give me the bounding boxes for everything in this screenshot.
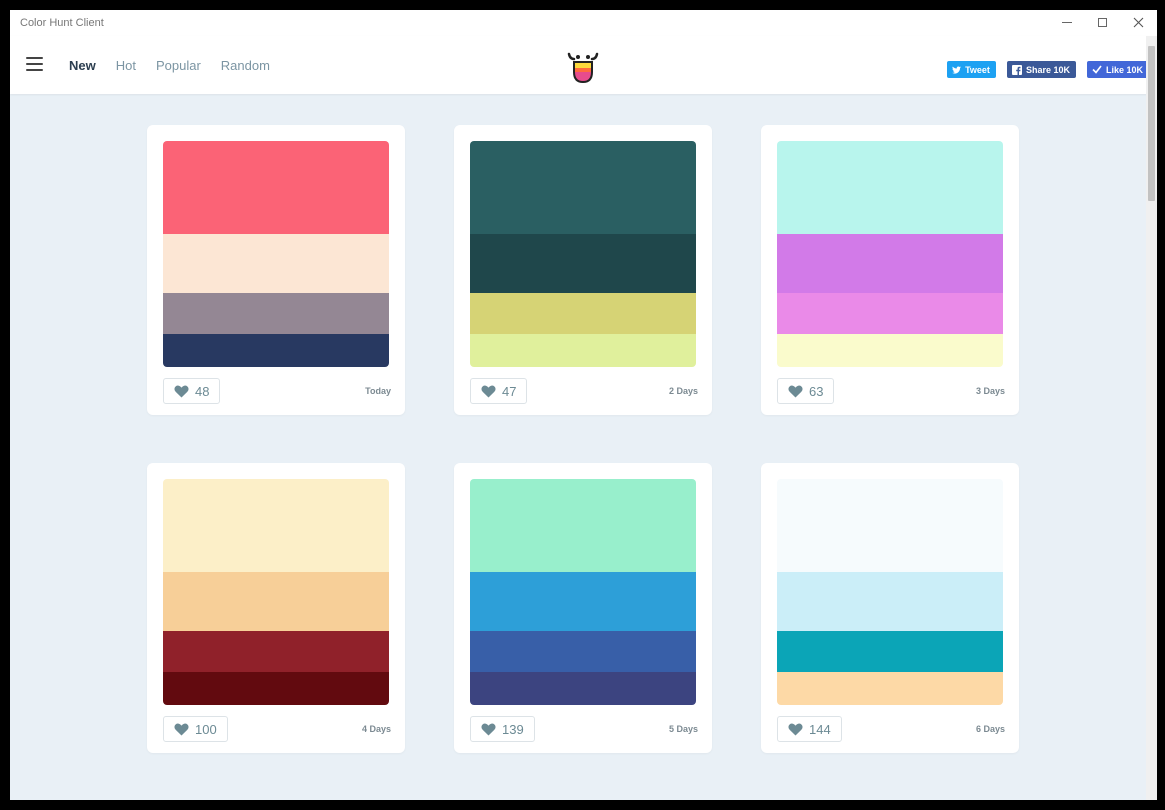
palette-date: 2 Days — [668, 386, 698, 396]
color-swatch[interactable] — [163, 572, 389, 631]
color-swatch[interactable] — [470, 672, 696, 705]
tweet-button[interactable]: Tweet — [947, 61, 996, 78]
like-count: 48 — [195, 383, 210, 399]
nav-popular[interactable]: Popular — [156, 58, 201, 73]
color-palette[interactable] — [470, 141, 696, 367]
check-icon — [1092, 65, 1102, 74]
color-swatch[interactable] — [777, 479, 1003, 572]
facebook-icon — [1011, 64, 1022, 75]
heart-icon — [788, 384, 803, 398]
color-swatch[interactable] — [163, 672, 389, 705]
like-count: 100 — [195, 721, 217, 737]
maximize-icon — [1098, 18, 1107, 27]
scrollbar-thumb[interactable] — [1148, 46, 1155, 201]
minimize-button[interactable] — [1049, 10, 1085, 36]
title-bar: Color Hunt Client — [10, 10, 1157, 36]
window-title: Color Hunt Client — [20, 17, 104, 29]
like-count-button[interactable]: 48 — [163, 378, 221, 404]
color-swatch[interactable] — [777, 293, 1003, 334]
palette-date: 3 Days — [975, 386, 1005, 396]
heart-icon — [174, 722, 189, 736]
minimize-icon — [1062, 22, 1072, 23]
color-swatch[interactable] — [163, 293, 389, 334]
heart-icon — [174, 384, 189, 398]
heart-icon — [481, 384, 496, 398]
color-palette[interactable] — [777, 479, 1003, 705]
color-swatch[interactable] — [163, 631, 389, 672]
color-swatch[interactable] — [777, 334, 1003, 367]
color-swatch[interactable] — [470, 141, 696, 234]
color-palette[interactable] — [777, 141, 1003, 367]
like-count: 63 — [809, 383, 824, 399]
color-palette[interactable] — [163, 479, 389, 705]
like-count: 47 — [502, 383, 517, 399]
close-button[interactable] — [1121, 10, 1157, 36]
like-count-button[interactable]: 47 — [470, 378, 528, 404]
palette-date: 4 Days — [361, 724, 391, 734]
palette-card[interactable]: 139 5 Days — [454, 463, 712, 753]
nav-random[interactable]: Random — [221, 58, 270, 73]
color-swatch[interactable] — [777, 572, 1003, 631]
like-count-button[interactable]: 144 — [777, 716, 842, 742]
share-label: Share 10K — [1025, 64, 1070, 75]
color-swatch[interactable] — [470, 293, 696, 334]
palette-card[interactable]: 48 Today — [147, 125, 405, 415]
color-palette[interactable] — [163, 141, 389, 367]
like-label: Like 10K — [1105, 64, 1143, 75]
nav-new[interactable]: New — [69, 58, 96, 73]
color-swatch[interactable] — [777, 631, 1003, 672]
like-count: 144 — [809, 721, 831, 737]
app-window: Color Hunt Client New Hot Popular Random — [10, 10, 1157, 800]
palette-card[interactable]: 100 4 Days — [147, 463, 405, 753]
color-hunt-logo[interactable] — [565, 50, 601, 86]
nav-links: New Hot Popular Random — [69, 36, 290, 94]
palette-date: 6 Days — [975, 724, 1005, 734]
like-button[interactable]: Like 10K — [1086, 61, 1149, 78]
heart-icon — [788, 722, 803, 736]
nav-hot[interactable]: Hot — [116, 58, 136, 73]
twitter-icon — [952, 65, 962, 74]
like-count-button[interactable]: 139 — [470, 716, 535, 742]
color-swatch[interactable] — [163, 234, 389, 293]
color-swatch[interactable] — [163, 479, 389, 572]
palette-card[interactable]: 144 6 Days — [761, 463, 1019, 753]
scrollbar[interactable] — [1146, 36, 1157, 800]
like-count-button[interactable]: 63 — [777, 378, 835, 404]
color-swatch[interactable] — [470, 479, 696, 572]
menu-icon[interactable] — [26, 57, 43, 71]
close-icon — [1133, 17, 1144, 28]
color-swatch[interactable] — [777, 141, 1003, 234]
like-count: 139 — [502, 721, 524, 737]
color-swatch[interactable] — [777, 672, 1003, 705]
color-swatch[interactable] — [470, 334, 696, 367]
palette-card[interactable]: 63 3 Days — [761, 125, 1019, 415]
color-palette[interactable] — [470, 479, 696, 705]
color-swatch[interactable] — [777, 234, 1003, 293]
tweet-label: Tweet — [965, 64, 990, 75]
palette-card[interactable]: 47 2 Days — [454, 125, 712, 415]
palette-date: Today — [365, 386, 391, 396]
like-count-button[interactable]: 100 — [163, 716, 228, 742]
share-button[interactable]: Share 10K — [1006, 61, 1076, 78]
color-swatch[interactable] — [163, 334, 389, 367]
top-navbar: New Hot Popular Random Tweet Share 10K L… — [10, 36, 1157, 94]
color-swatch[interactable] — [470, 572, 696, 631]
color-swatch[interactable] — [470, 631, 696, 672]
maximize-button[interactable] — [1085, 10, 1121, 36]
window-controls — [1049, 10, 1157, 36]
color-swatch[interactable] — [163, 141, 389, 234]
palette-date: 5 Days — [668, 724, 698, 734]
color-swatch[interactable] — [470, 234, 696, 293]
social-buttons: Tweet Share 10K Like 10K — [936, 61, 1149, 78]
heart-icon — [481, 722, 496, 736]
